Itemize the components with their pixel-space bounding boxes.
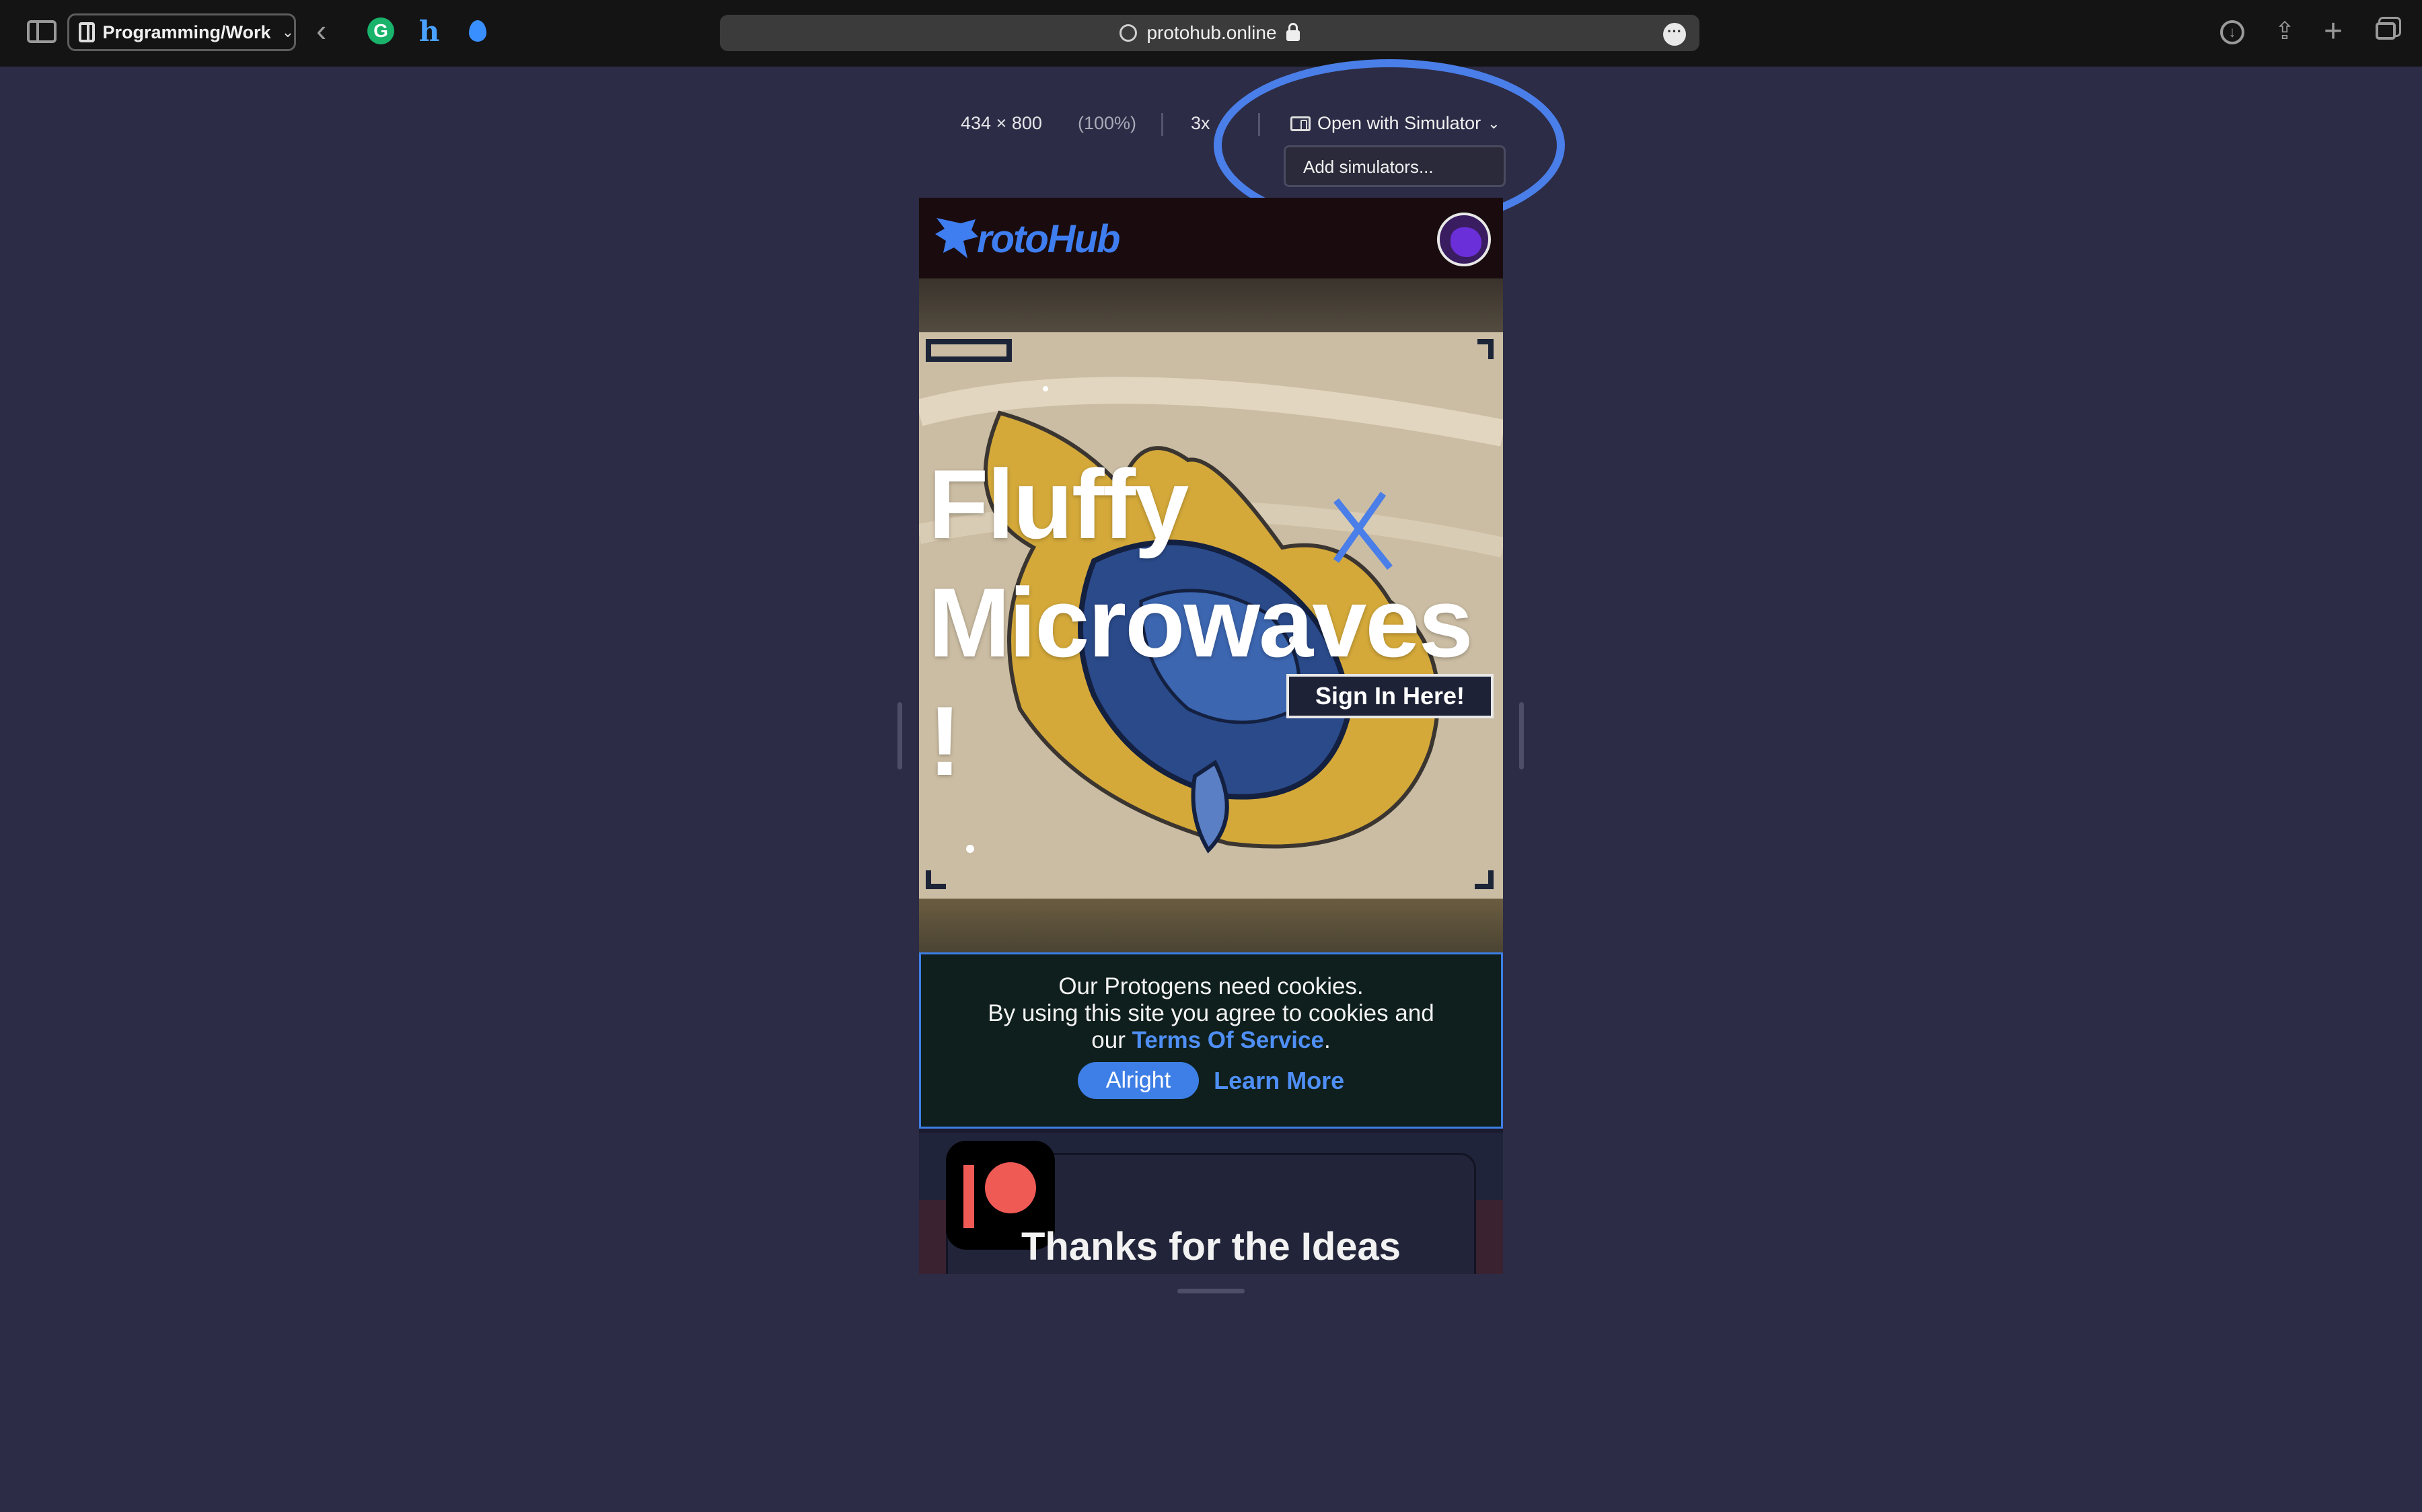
address-bar[interactable]: protohub.online ··· <box>720 15 1699 51</box>
resize-handle-bottom[interactable] <box>1177 1289 1245 1293</box>
hero-banner: Fluffy Microwaves ! Sign In Here! <box>919 332 1503 899</box>
cookie-message-line: By using this site you agree to cookies … <box>988 1000 1434 1026</box>
cookie-message-line: Our Protogens need cookies. <box>1058 973 1364 999</box>
responsive-design-bar: 434 × 800 (100%) 3x Open with Simulator … <box>0 113 2422 140</box>
share-icon[interactable]: ⇪ <box>2271 17 2298 44</box>
resize-handle-right[interactable] <box>1519 702 1524 769</box>
hero-title: Fluffy Microwaves ! <box>928 449 1473 796</box>
divider <box>1161 113 1163 136</box>
tab-overview-icon[interactable] <box>2372 17 2399 44</box>
lock-icon <box>1286 23 1300 41</box>
cookie-actions: Alright Learn More <box>921 1062 1501 1099</box>
tab-group-label: Programming/Work <box>102 22 271 42</box>
honey-icon[interactable]: h <box>416 15 443 48</box>
download-icon[interactable]: ↓ <box>2220 20 2244 44</box>
cookie-message-line: our Terms Of Service. <box>1091 1027 1331 1053</box>
site-logo[interactable]: rotoHub <box>934 214 1120 264</box>
new-tab-icon[interactable]: + <box>2320 13 2347 49</box>
sign-in-button[interactable]: Sign In Here! <box>1286 674 1494 718</box>
ideas-section: Thanks for the Ideas <box>919 1133 1503 1274</box>
user-avatar[interactable] <box>1437 213 1491 266</box>
more-options-icon[interactable]: ··· <box>1663 23 1686 46</box>
learn-more-link[interactable]: Learn More <box>1214 1067 1344 1095</box>
hero-backdrop-bottom <box>919 899 1503 952</box>
resize-handle-left[interactable] <box>897 702 902 769</box>
pixel-ratio[interactable]: 3x <box>1191 113 1210 134</box>
back-button[interactable]: ‹ <box>316 15 326 46</box>
grammarly-icon[interactable]: G <box>367 17 394 44</box>
ideas-card-title: Thanks for the Ideas <box>1021 1225 1401 1269</box>
zoom-level: (100%) <box>1078 113 1137 133</box>
tab-group-selector[interactable]: Programming/Work ⌄ <box>67 13 296 51</box>
protogen-logo-icon <box>935 218 978 258</box>
cookie-banner: Our Protogens need cookies. By using thi… <box>919 952 1503 1129</box>
viewport-dimensions[interactable]: 434 × 800 <box>961 113 1042 134</box>
terms-of-service-link[interactable]: Terms Of Service <box>1132 1027 1324 1053</box>
sidebar-toggle-icon[interactable] <box>27 20 57 43</box>
device-viewport: rotoHub Fluffy Microwaves ! Sign In Here… <box>919 198 1503 1274</box>
alright-button[interactable]: Alright <box>1077 1062 1200 1099</box>
globe-icon <box>1120 24 1138 42</box>
logo-text: rotoHub <box>977 217 1120 261</box>
site-header: rotoHub <box>919 198 1503 278</box>
raindrop-icon[interactable] <box>464 17 491 44</box>
tab-group-icon <box>79 22 95 42</box>
hero-backdrop-top <box>919 278 1503 332</box>
browser-toolbar: Programming/Work ⌄ ‹ G h protohub.online… <box>0 0 2422 67</box>
chevron-down-icon: ⌄ <box>281 24 294 40</box>
address-text: protohub.online <box>1146 22 1277 43</box>
